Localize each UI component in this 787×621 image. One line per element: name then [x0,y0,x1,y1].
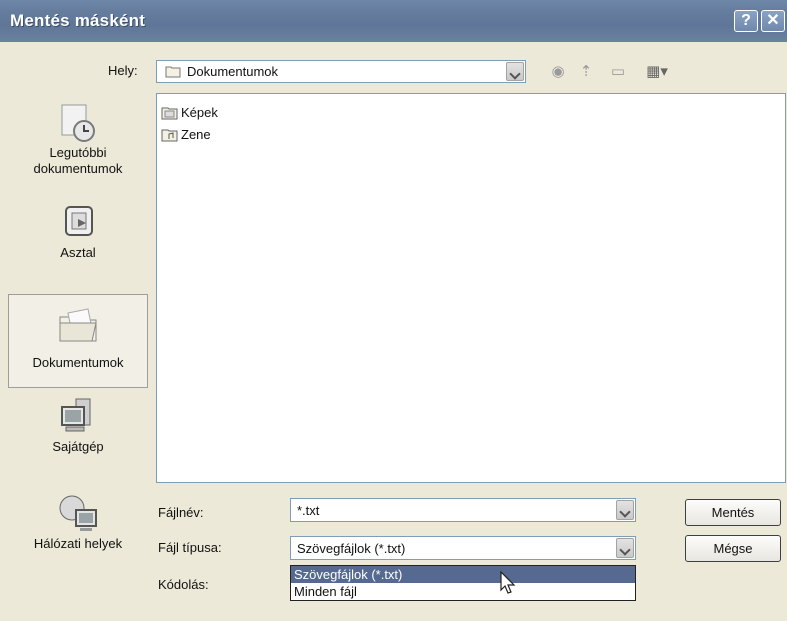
pictures-folder-icon [161,107,178,120]
recent-documents-icon [61,104,95,142]
save-button[interactable]: Mentés [685,499,781,526]
place-network[interactable]: Hálózati helyek [8,488,148,570]
filetype-label: Fájl típusa: [158,540,222,555]
filetype-select[interactable]: Szövegfájlok (*.txt) [290,536,636,560]
my-computer-icon [61,398,91,432]
place-label-network: Hálózati helyek [33,536,123,551]
place-my-documents[interactable]: Dokumentumok [8,294,148,388]
location-dropdown-arrow[interactable] [506,62,524,81]
network-places-icon [59,495,97,531]
place-label-computer: Sajátgép [52,439,104,454]
filetype-dropdown-list[interactable]: Szövegfájlok (*.txt) Minden fájl [290,565,636,601]
filetype-value: Szövegfájlok (*.txt) [297,541,406,556]
desktop-icon [65,206,93,236]
cancel-button[interactable]: Mégse [685,535,781,562]
filename-label: Fájlnév: [158,505,204,520]
filename-field[interactable]: *.txt [290,498,636,522]
place-label-desktop: Asztal [60,245,96,260]
window-title: Mentés másként [10,11,146,30]
location-combo[interactable]: Dokumentumok [156,60,526,83]
back-icon[interactable]: ◉ [548,61,568,81]
file-name: Zene [181,127,211,142]
music-folder-icon [161,129,178,142]
place-recent-documents[interactable]: Legutóbbi dokumentumok [8,101,148,193]
filetype-option-text[interactable]: Szövegfájlok (*.txt) [291,566,635,583]
filetype-dropdown-arrow[interactable] [616,538,634,558]
list-item[interactable]: Képek [161,104,218,122]
filetype-option-all[interactable]: Minden fájl [291,583,635,600]
title-bar: Mentés másként ? ✕ [0,0,787,42]
place-label-documents: Dokumentumok [32,355,124,370]
location-label: Hely: [108,63,138,78]
place-desktop[interactable]: Asztal [8,201,148,271]
list-item[interactable]: Zene [161,126,211,144]
new-folder-icon[interactable]: ▭ [606,61,630,81]
location-value: Dokumentumok [187,64,279,79]
mouse-pointer-icon [500,571,516,594]
place-my-computer[interactable]: Sajátgép [8,393,148,465]
up-folder-icon[interactable]: ⇡ [576,61,596,81]
save-as-dialog: Mentés másként ? ✕ Hely: Dokumentumok ◉ … [0,0,787,621]
file-list[interactable]: Képek Zene [156,93,786,483]
places-bar: Legutóbbi dokumentumok Asztal Dokumentum… [8,93,148,590]
filename-value: *.txt [297,503,320,518]
close-button[interactable]: ✕ [761,10,785,32]
view-menu-icon[interactable]: ▦▾ [641,61,673,81]
file-name: Képek [181,105,218,120]
filename-dropdown-arrow[interactable] [616,500,634,520]
my-documents-icon [59,308,97,342]
location-folder-icon [165,64,181,81]
place-label-recent: Legutóbbi dokumentumok [33,145,123,176]
encoding-label: Kódolás: [158,577,209,592]
help-button[interactable]: ? [734,10,758,32]
